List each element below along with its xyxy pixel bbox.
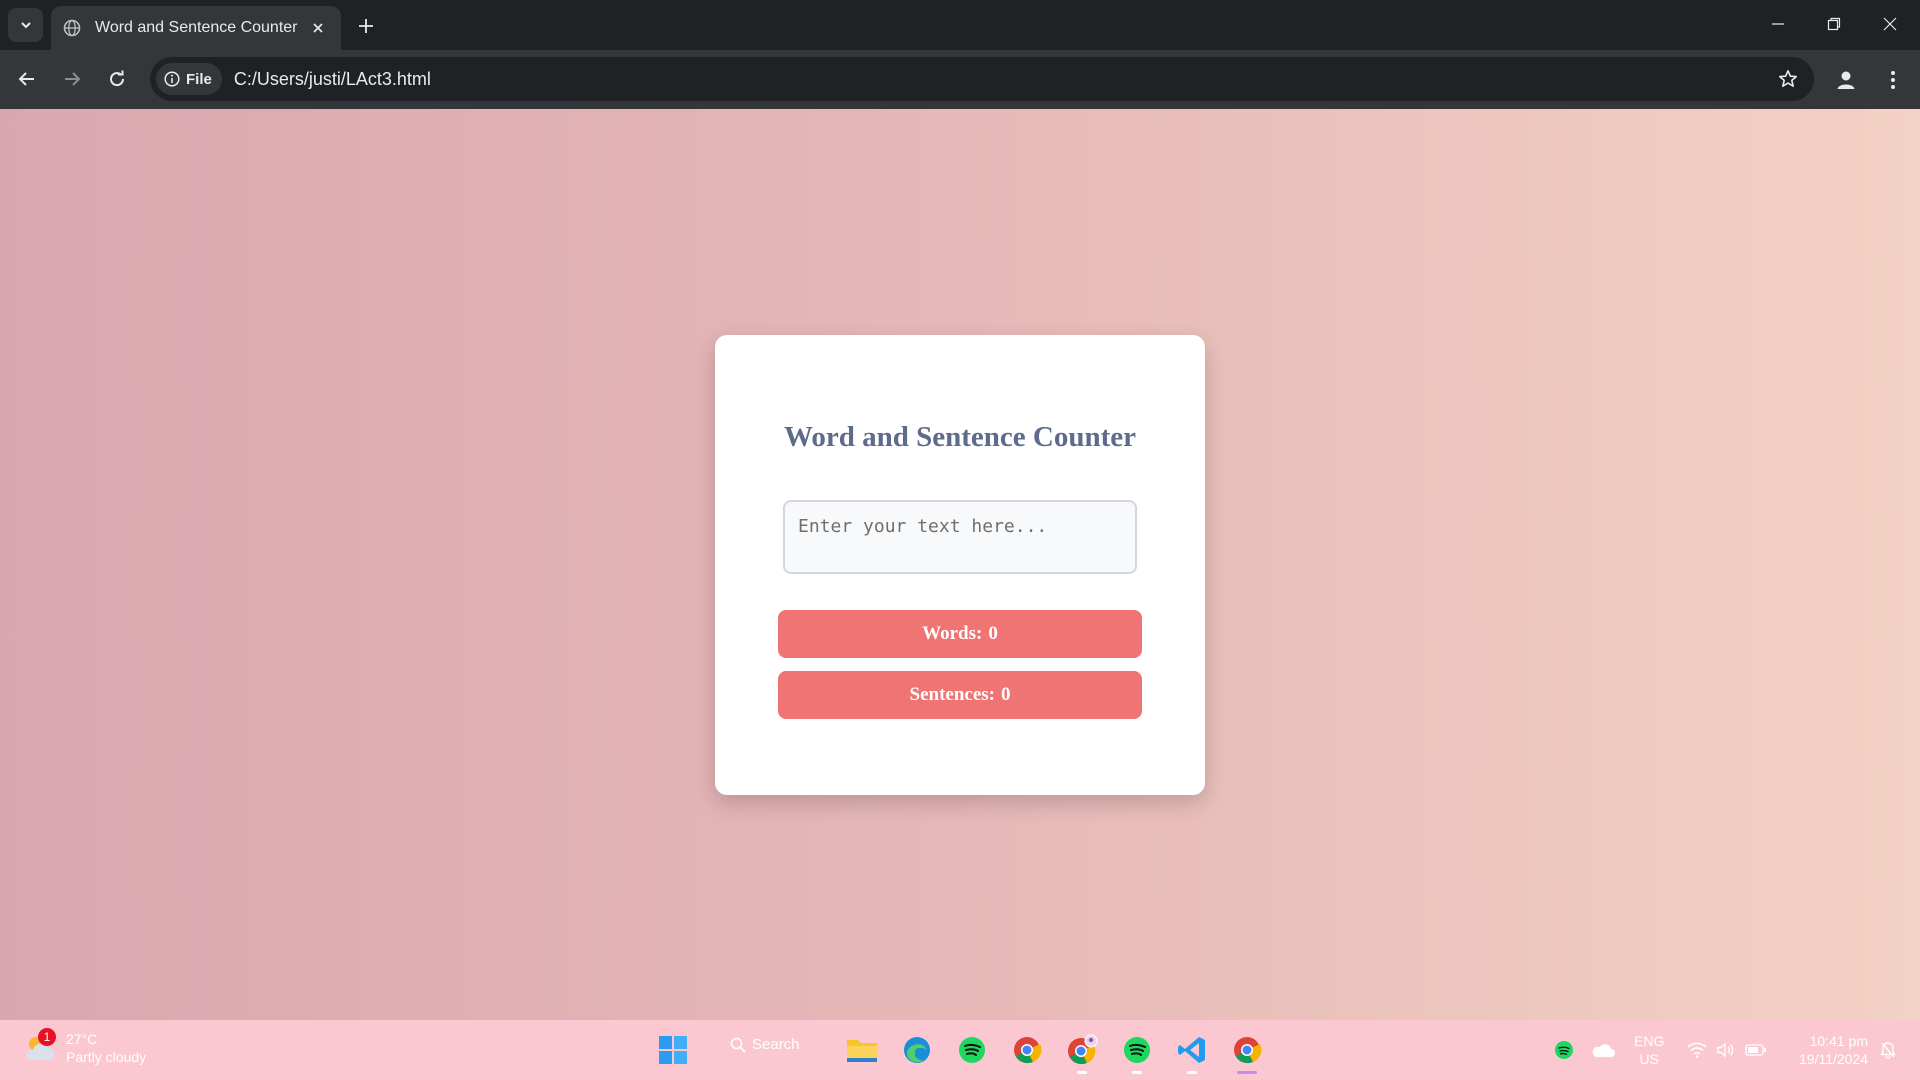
restore-icon[interactable] [1806,0,1862,48]
page-viewport: Word and Sentence Counter Words: 0 Sente… [0,109,1920,1020]
spotify-icon[interactable] [952,1030,992,1070]
globe-icon [63,19,81,37]
tab-strip: Word and Sentence Counter [0,0,1920,50]
volume-icon[interactable] [1714,1030,1738,1070]
active-indicator [1237,1071,1257,1074]
profile-avatar-icon[interactable] [1830,64,1862,96]
forward-arrow-icon[interactable] [56,63,88,95]
running-indicator [1077,1071,1087,1074]
close-window-icon[interactable] [1862,0,1918,48]
spotify-icon[interactable] [1117,1030,1157,1074]
edge-icon[interactable] [897,1030,937,1070]
search-icon [730,1037,746,1053]
chrome-profile-icon[interactable] [1062,1030,1102,1074]
running-indicator [1132,1071,1142,1074]
new-tab-icon[interactable] [352,12,380,40]
back-arrow-icon[interactable] [11,63,43,95]
onedrive-icon[interactable] [1590,1030,1616,1070]
clock-date: 19/11/2024 [1798,1051,1868,1067]
reload-icon[interactable] [101,63,133,95]
page-title: Word and Sentence Counter [783,421,1137,453]
notification-bell-icon[interactable] [1876,1030,1900,1070]
tab-title: Word and Sentence Counter [95,19,298,36]
language-indicator[interactable]: ENG US [1634,1032,1664,1068]
minimize-icon[interactable] [1750,0,1806,48]
sentences-count-button[interactable]: Sentences: 0 [778,671,1142,719]
wifi-icon[interactable] [1685,1030,1709,1070]
words-count-button[interactable]: Words: 0 [778,610,1142,658]
address-bar[interactable]: File C:/Users/justi/LAct3.html [150,57,1814,101]
more-menu-icon[interactable] [1878,64,1908,96]
search-label: Search [752,1036,800,1053]
file-explorer-icon[interactable] [842,1030,882,1070]
text-input[interactable] [783,500,1137,574]
chevron-down-icon [20,22,31,29]
counter-card: Word and Sentence Counter Words: 0 Sente… [715,335,1205,795]
info-icon [164,71,180,87]
taskbar-search[interactable]: Search [730,1036,800,1053]
system-clock[interactable]: 10:41 pm 19/11/2024 [1782,1032,1868,1068]
weather-badge: 1 [38,1028,56,1046]
weather-widget[interactable]: 1 27°C Partly cloudy [22,1028,147,1066]
weather-temperature: 27°C [66,1031,98,1047]
site-info-chip[interactable]: File [156,63,222,95]
url-text[interactable]: C:/Users/justi/LAct3.html [234,69,431,90]
sentences-label: Sentences: [909,684,995,705]
clock-time: 10:41 pm [1809,1033,1868,1049]
spotify-tray-icon[interactable] [1552,1030,1576,1070]
taskbar: 1 27°C Partly cloudy Search ENG US 10:41… [0,1020,1920,1080]
bookmark-star-icon[interactable] [1776,67,1800,91]
vscode-icon[interactable] [1172,1030,1212,1074]
site-chip-label: File [186,70,212,88]
tab-search-button[interactable] [8,8,43,42]
weather-condition: Partly cloudy [66,1049,147,1065]
words-label: Words: [922,623,983,644]
browser-tab[interactable]: Word and Sentence Counter [51,6,341,50]
chrome-icon[interactable] [1227,1030,1267,1074]
sentences-count: 0 [1000,684,1011,705]
region-code: US [1639,1051,1659,1067]
browser-toolbar: File C:/Users/justi/LAct3.html [0,50,1920,109]
words-count: 0 [988,623,998,644]
battery-icon[interactable] [1744,1030,1768,1070]
partly-cloudy-icon: 1 [22,1028,58,1066]
running-indicator [1187,1071,1197,1074]
close-tab-icon[interactable] [307,17,329,39]
chrome-icon[interactable] [1007,1030,1047,1070]
language-code: ENG [1634,1033,1665,1049]
start-icon[interactable] [653,1030,693,1070]
